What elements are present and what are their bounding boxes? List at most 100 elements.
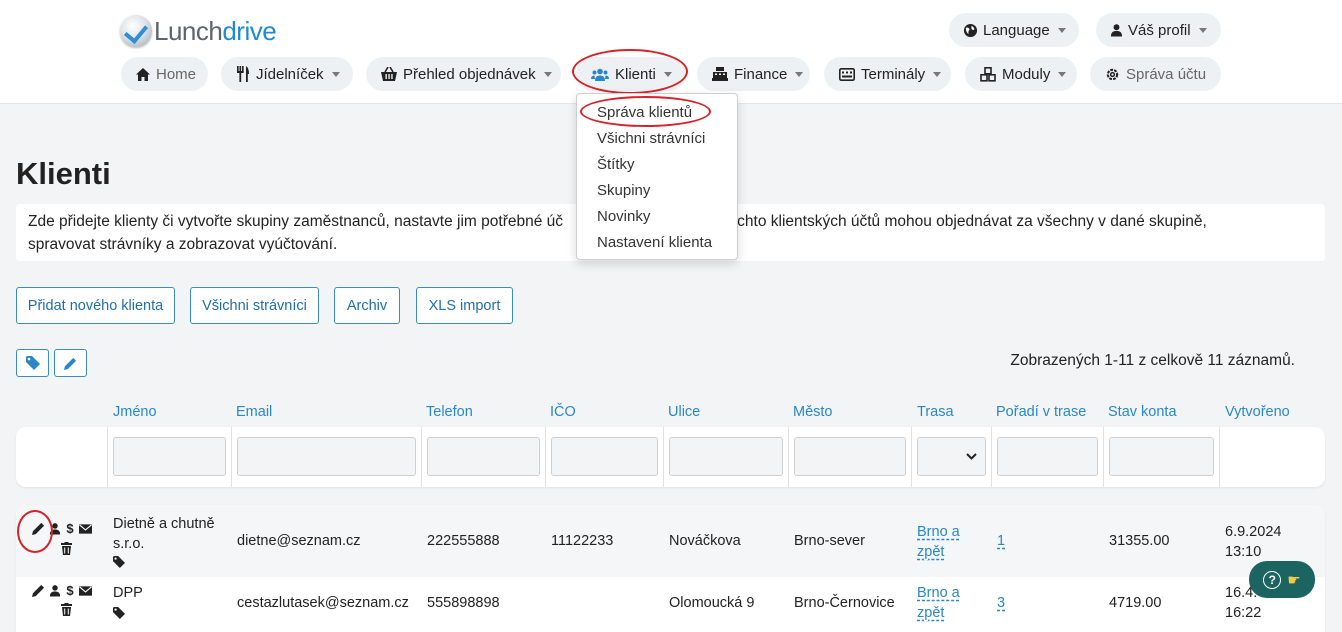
- column-header-trasa[interactable]: Trasa: [917, 404, 954, 420]
- tag-filter-button[interactable]: [16, 349, 49, 377]
- chevron-down-icon: [1198, 27, 1207, 33]
- trash-icon[interactable]: [61, 603, 72, 616]
- column-header-email[interactable]: Email: [236, 404, 272, 420]
- user-icon[interactable]: [49, 584, 61, 597]
- column-header-jmeno[interactable]: Jméno: [113, 404, 157, 420]
- edit-pencil-icon[interactable]: [32, 522, 45, 535]
- tag-icon: [25, 356, 40, 370]
- filter-jmeno-input[interactable]: [113, 437, 226, 476]
- client-email: dietne@seznam.cz: [237, 533, 361, 549]
- client-created-time: 13:10: [1225, 544, 1262, 560]
- client-city: Brno-Černovice: [794, 595, 895, 611]
- menu-item-skupiny[interactable]: Skupiny: [577, 178, 737, 204]
- xls-import-button[interactable]: XLS import: [416, 287, 513, 324]
- filter-ulice-input[interactable]: [669, 437, 783, 476]
- client-ico: 11122233: [551, 533, 614, 549]
- chevron-down-icon: [933, 71, 942, 77]
- column-header-vytvoreno[interactable]: Vytvořeno: [1225, 404, 1290, 420]
- filter-stav-konta-input[interactable]: [1109, 437, 1214, 476]
- nav-moduly-label: Moduly: [1002, 65, 1051, 83]
- trash-icon[interactable]: [61, 542, 72, 555]
- nav-jidelnicek-label: Jídelníček: [256, 65, 324, 83]
- client-created-time: 16:22: [1225, 605, 1262, 621]
- client-email: cestazlutasek@seznam.cz: [237, 595, 409, 611]
- client-route-order[interactable]: 1: [997, 533, 1005, 549]
- column-header-mesto[interactable]: Město: [793, 404, 833, 420]
- nav-home-label: Home: [156, 65, 197, 83]
- nav-home[interactable]: Home: [121, 57, 208, 91]
- nav-moduly[interactable]: Moduly: [965, 57, 1077, 91]
- home-icon: [136, 67, 150, 81]
- basket-icon: [381, 67, 397, 81]
- client-street: Olomoucká 9: [669, 595, 755, 611]
- client-balance: 31355.00: [1109, 533, 1170, 549]
- chevron-down-icon: [1057, 27, 1066, 33]
- edit-pencil-icon[interactable]: [32, 584, 45, 597]
- user-icon: [1110, 23, 1123, 37]
- bulk-edit-button[interactable]: [54, 349, 87, 377]
- archive-button[interactable]: Archiv: [334, 287, 400, 324]
- nav-jidelnicek[interactable]: Jídelníček: [221, 57, 353, 91]
- users-icon: [591, 68, 609, 81]
- client-name: Dietně a chutně: [113, 516, 215, 532]
- profile-dropdown[interactable]: Váš profil: [1096, 13, 1221, 47]
- envelope-icon[interactable]: [79, 523, 92, 534]
- client-route-link[interactable]: Brno a zpět: [917, 583, 960, 623]
- client-name-cont: s.r.o.: [113, 536, 145, 552]
- nav-terminaly[interactable]: Terminály: [824, 57, 951, 91]
- help-widget-button[interactable]: ? ☛: [1249, 561, 1315, 598]
- filter-ico-input[interactable]: [551, 437, 658, 476]
- terminal-icon: [839, 67, 855, 81]
- menu-item-stitky[interactable]: Štítky: [577, 152, 737, 178]
- chevron-down-icon: [663, 71, 672, 77]
- filter-trasa-select[interactable]: [917, 437, 986, 476]
- logo-text-lunch: Lunch: [154, 15, 223, 46]
- logo-check-icon: [120, 15, 152, 47]
- nav-klienti[interactable]: Klienti: [576, 57, 686, 91]
- tag-icon[interactable]: [113, 556, 125, 568]
- column-header-telefon[interactable]: Telefon: [426, 404, 473, 420]
- logo-text-drive: drive: [222, 15, 277, 46]
- menu-item-novinky[interactable]: Novinky: [577, 204, 737, 230]
- menu-item-sprava-klientu[interactable]: Správa klientů: [577, 100, 737, 126]
- pencil-icon: [64, 357, 77, 370]
- nav-prehled-objednavek-label: Přehled objednávek: [403, 65, 536, 83]
- chevron-down-icon: [543, 71, 552, 77]
- filter-telefon-input[interactable]: [427, 437, 540, 476]
- clients-table: $ Dietně a chutně s.r.o. dietne@seznam.c…: [16, 505, 1325, 632]
- all-diners-button[interactable]: Všichni strávníci: [190, 287, 319, 324]
- column-header-ico[interactable]: IČO: [550, 404, 576, 420]
- dollar-icon[interactable]: $: [65, 521, 75, 536]
- nav-klienti-label: Klienti: [615, 65, 656, 83]
- klienti-dropdown-menu: Správa klientů Všichni strávníci Štítky …: [576, 93, 738, 260]
- column-header-stav-konta[interactable]: Stav konta: [1108, 404, 1177, 420]
- lunchdrive-logo[interactable]: Lunchdrive: [120, 14, 277, 48]
- client-name: DPP: [113, 585, 143, 601]
- table-row[interactable]: $ DPP cestazlutasek@seznam.cz 555898898 …: [16, 577, 1325, 632]
- filter-poradi-input[interactable]: [997, 437, 1098, 476]
- language-dropdown[interactable]: Language: [949, 13, 1079, 47]
- client-route-order[interactable]: 3: [997, 595, 1005, 611]
- envelope-icon[interactable]: [79, 585, 92, 596]
- add-client-button[interactable]: Přidat nového klienta: [16, 287, 175, 324]
- gear-icon: [1105, 67, 1120, 82]
- tag-icon[interactable]: [113, 607, 125, 619]
- top-header: Lunchdrive Language Váš profil Home Jíde…: [0, 0, 1342, 104]
- menu-item-vsichni-stravnici[interactable]: Všichni strávníci: [577, 126, 737, 152]
- column-header-poradi[interactable]: Pořadí v trase: [996, 404, 1086, 420]
- filter-mesto-input[interactable]: [794, 437, 906, 476]
- client-route-link[interactable]: Brno a zpět: [917, 522, 960, 562]
- cash-register-icon: [712, 67, 728, 81]
- menu-item-nastaveni-klienta[interactable]: Nastavení klienta: [577, 230, 737, 256]
- nav-sprava-uctu[interactable]: Správa účtu: [1090, 57, 1221, 91]
- column-header-ulice[interactable]: Ulice: [668, 404, 700, 420]
- chevron-down-icon: [1058, 71, 1067, 77]
- nav-finance[interactable]: Finance: [697, 57, 810, 91]
- nav-finance-label: Finance: [734, 65, 788, 83]
- table-row[interactable]: $ Dietně a chutně s.r.o. dietne@seznam.c…: [16, 505, 1325, 577]
- dollar-icon[interactable]: $: [65, 583, 75, 598]
- filter-email-input[interactable]: [237, 437, 416, 476]
- nav-prehled-objednavek[interactable]: Přehled objednávek: [366, 57, 561, 91]
- user-icon[interactable]: [49, 522, 61, 535]
- chevron-down-icon: [331, 71, 340, 77]
